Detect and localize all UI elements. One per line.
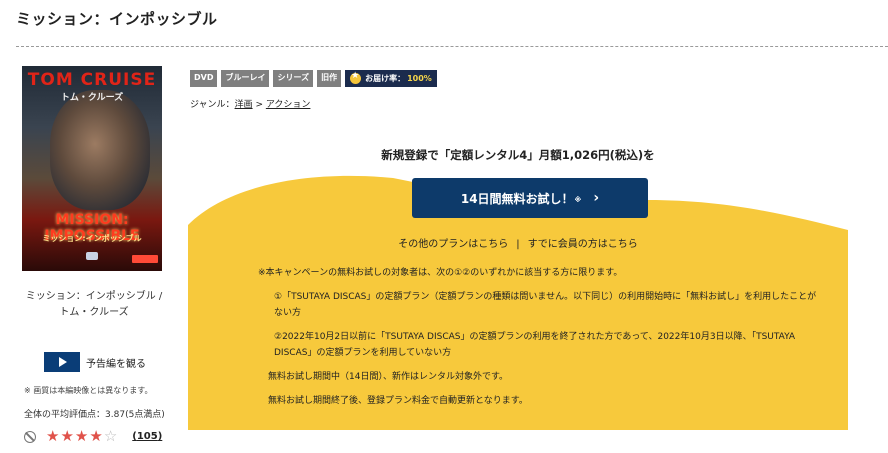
not-interested-icon[interactable] bbox=[24, 430, 36, 443]
campaign-notes: ※本キャンペーンの無料お試しの対象者は、次の①②のいずれかに該当する方に限ります… bbox=[258, 265, 818, 417]
poster-actor-en: TOM CRUISE bbox=[27, 70, 157, 90]
genre-link-western[interactable]: 洋画 bbox=[235, 100, 253, 110]
review-count-link[interactable]: (105) bbox=[132, 431, 162, 442]
star-rating: ★ ★ ★ ★ ☆ bbox=[46, 429, 118, 444]
studio-logo bbox=[86, 252, 98, 260]
free-trial-note-mark: ※ bbox=[574, 195, 582, 204]
delivery-rate-badge: お届け率：100% bbox=[345, 70, 437, 87]
star-icon: ★ bbox=[60, 427, 74, 445]
tag-bluray: ブルーレイ bbox=[221, 70, 270, 87]
tag-old-release: 旧作 bbox=[317, 70, 342, 87]
tag-series: シリーズ bbox=[273, 70, 314, 87]
campaign-headline: 新規登録で「定額レンタル4」月額1,026円(税込)を bbox=[381, 148, 655, 162]
poster-portrait bbox=[50, 90, 150, 210]
rating-label: 全体の平均評価点： bbox=[24, 410, 106, 420]
genre-separator: > bbox=[252, 100, 266, 110]
free-trial-label: 14日間無料お試し！ bbox=[460, 191, 574, 206]
genre-link-action[interactable]: アクション bbox=[266, 100, 311, 110]
free-trial-button[interactable]: 14日間無料お試し！ ※ › bbox=[412, 178, 648, 218]
star-empty-icon: ☆ bbox=[103, 427, 118, 445]
genre-label: ジャンル： bbox=[190, 100, 235, 110]
movie-poster[interactable]: TOM CRUISE トム・クルーズ MISSION: IMPOSSIBLE ミ… bbox=[22, 66, 162, 271]
format-tags: DVD ブルーレイ シリーズ 旧作 お届け率：100% bbox=[190, 70, 437, 87]
plan-links: その他のプランはこちら | すでに会員の方はこちら bbox=[188, 235, 848, 250]
existing-member-link[interactable]: すでに会員の方はこちら bbox=[528, 239, 638, 250]
average-rating: 全体の平均評価点：3.87(5点満点) bbox=[24, 407, 165, 420]
image-quality-note: ※ 画質は本編映像とは異なります。 bbox=[24, 386, 153, 395]
genre-breadcrumb: ジャンル：洋画 > アクション bbox=[190, 97, 310, 110]
star-icon: ★ bbox=[89, 427, 103, 445]
poster-sticker bbox=[132, 255, 158, 263]
chevron-right-icon: › bbox=[593, 190, 600, 206]
note-trial-period: 無料お試し期間中（14日間）、新作はレンタル対象外です。 bbox=[268, 372, 509, 382]
note-item-1: ①「TSUTAYA DISCAS」の定額プラン（定額プランの種類は問いません。以… bbox=[274, 292, 817, 318]
note-item-2: ②2022年10月2日以前に「TSUTAYA DISCAS」の定額プランの利用を… bbox=[274, 332, 796, 358]
product-name: ミッション：インポッシブル / トム・クルーズ bbox=[25, 291, 163, 318]
star-icon: ★ bbox=[46, 427, 60, 445]
delivery-value: 100% bbox=[407, 74, 432, 83]
link-separator: | bbox=[516, 239, 520, 250]
rating-row: ★ ★ ★ ★ ☆ (105) bbox=[24, 429, 162, 444]
trailer-button[interactable]: 予告編を観る bbox=[44, 352, 146, 372]
note-auto-renewal: 無料お試し期間終了後、登録プラン料金で自動更新となります。 bbox=[268, 396, 528, 406]
note-intro: ※本キャンペーンの無料お試しの対象者は、次の①②のいずれかに該当する方に限ります… bbox=[258, 268, 623, 278]
tag-dvd: DVD bbox=[190, 70, 218, 87]
medal-icon bbox=[350, 72, 362, 84]
star-icon: ★ bbox=[74, 427, 89, 445]
review-count: 105 bbox=[136, 431, 158, 442]
trailer-label: 予告編を観る bbox=[86, 358, 146, 370]
title-divider bbox=[16, 46, 888, 47]
poster-actor-ja: トム・クルーズ bbox=[60, 93, 124, 103]
page-title: ミッション：インポッシブル bbox=[16, 10, 218, 28]
rating-scale: (5点満点) bbox=[125, 410, 165, 420]
play-icon bbox=[44, 352, 80, 372]
rating-value: 3.87 bbox=[105, 410, 126, 420]
other-plans-link[interactable]: その他のプランはこちら bbox=[398, 239, 508, 250]
poster-title-ja: ミッション:インポッシブル bbox=[42, 234, 142, 243]
delivery-label: お届け率： bbox=[365, 74, 406, 83]
